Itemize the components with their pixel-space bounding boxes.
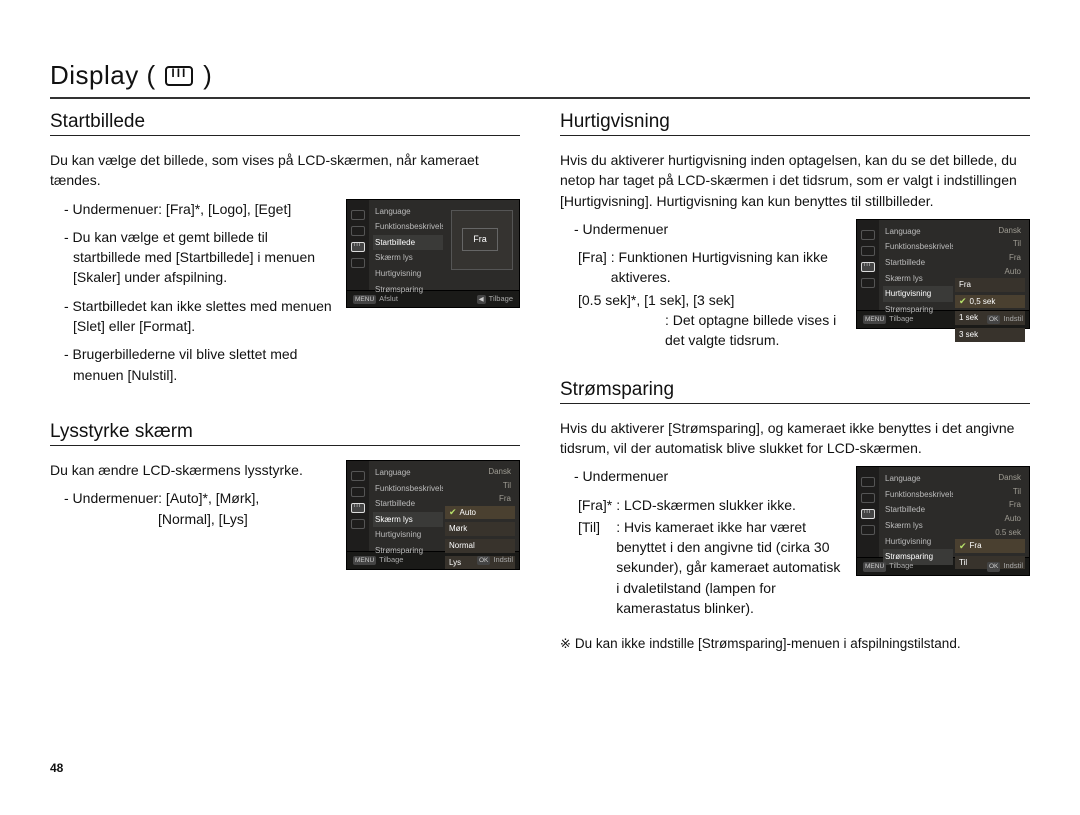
menu-row: Startbillede [883, 502, 953, 518]
title-suffix: ) [203, 60, 212, 90]
menu-row: Startbillede [373, 496, 443, 512]
opt-key: [Til] [578, 517, 616, 620]
menu-row: Language [883, 224, 953, 240]
menu-row-selected: Skærm lys [373, 512, 443, 528]
camera-menu-lysstyrke: Language Funktionsbeskrivelse Startbille… [346, 460, 520, 570]
camera-menu-hurtigvisning: Language Funktionsbeskrivelse Startbille… [856, 219, 1030, 329]
menu-row: Skærm lys [883, 518, 953, 534]
cam-value: Til [445, 479, 515, 493]
bullet: - Startbilledet kan ikke slettes med men… [64, 296, 332, 337]
cam-value: Dansk [445, 465, 515, 479]
menu-row: Hurtigvisning [373, 527, 443, 543]
check-icon: ✔ [449, 508, 457, 517]
cam-option: Fra [955, 278, 1025, 292]
section-startbillede: Startbillede Du kan vælge det billede, s… [50, 111, 520, 393]
bullet: - Brugerbillederne vil blive slettet med… [64, 344, 332, 385]
opt-val: : Hvis kameraet ikke har været benyttet … [616, 517, 842, 620]
cam-foot-right: ◀Tilbage [477, 294, 513, 305]
cam-option: Normal [445, 539, 515, 553]
menu-row: Hurtigvisning [373, 266, 443, 282]
check-icon: ✔ [959, 297, 967, 306]
bullet-cont: [Normal], [Lys] [158, 509, 332, 529]
menu-row: Language [373, 204, 443, 220]
opt-key: [Fra]* [578, 495, 616, 517]
menu-row: Funktionsbeskrivelse [373, 481, 443, 497]
display-icon [165, 66, 193, 86]
footnote: ※Du kan ikke indstille [Strømsparing]-me… [560, 634, 1030, 654]
cam-value: Til [955, 237, 1025, 251]
camera-menu-startbillede: Language Funktionsbeskrivelse Startbille… [346, 199, 520, 309]
section-title: Strømsparing [560, 379, 1030, 404]
cam-value: Fra [445, 492, 515, 506]
cam-foot-right: OKIndstil [987, 314, 1023, 325]
cam-foot-left: MENUTilbage [353, 555, 403, 566]
display-tab-icon [351, 242, 365, 252]
cam-foot-right: OKIndstil [477, 555, 513, 566]
cam-foot-left: MENUTilbage [863, 561, 913, 572]
cam-value: Auto [955, 512, 1025, 526]
cam-option: Mørk [445, 522, 515, 536]
subhead: - Undermenuer [574, 466, 842, 486]
cam-option: 3 sek [955, 328, 1025, 342]
camera-menu-stromsparing: Language Funktionsbeskrivelse Startbille… [856, 466, 1030, 576]
opt-val: : LCD-skærmen slukker ikke. [616, 495, 842, 517]
menu-row: Language [883, 471, 953, 487]
intro-text: Hvis du aktiverer [Strømsparing], og kam… [560, 418, 1030, 459]
section-title: Startbillede [50, 111, 520, 136]
menu-row-selected: Startbillede [373, 235, 443, 251]
cam-value: 0.5 sek [955, 526, 1025, 540]
cam-value: Dansk [955, 224, 1025, 238]
menu-row: Funktionsbeskrivelse [883, 239, 953, 255]
cam-value: Til [955, 485, 1025, 499]
menu-row: Skærm lys [373, 250, 443, 266]
cam-value: Dansk [955, 471, 1025, 485]
menu-row: Funktionsbeskrivelse [373, 219, 443, 235]
cam-option-selected: ✔Fra [955, 539, 1025, 553]
cam-value: Fra [955, 498, 1025, 512]
opt-key: [Fra] [578, 247, 611, 290]
subhead: - Undermenuer [574, 219, 842, 239]
cam-preview-value: Fra [462, 228, 498, 251]
bullet: - Du kan vælge et gemt billede til start… [64, 227, 332, 288]
cam-value: Auto [955, 265, 1025, 279]
cam-preview-box: Fra [451, 210, 513, 270]
section-hurtigvisning: Hurtigvisning Hvis du aktiverer hurtigvi… [560, 111, 1030, 351]
cam-option-selected: ✔0,5 sek [955, 295, 1025, 309]
cam-value: Fra [955, 251, 1025, 265]
check-icon: ✔ [959, 542, 967, 551]
cam-foot-left: MENUAfslut [353, 294, 398, 305]
cam-foot-right: OKIndstil [987, 561, 1023, 572]
section-lysstyrke: Lysstyrke skærm Du kan ændre LCD-skærmen… [50, 421, 520, 570]
menu-row: Funktionsbeskrivelse [883, 487, 953, 503]
cam-foot-left: MENUTilbage [863, 314, 913, 325]
reference-mark-icon: ※ [560, 636, 571, 651]
section-stromsparing: Strømsparing Hvis du aktiverer [Strømspa… [560, 379, 1030, 655]
intro-text: Hvis du aktiverer hurtigvisning inden op… [560, 150, 1030, 211]
intro-text: Du kan vælge det billede, som vises på L… [50, 150, 520, 191]
page-title: Display ( ) [50, 60, 1030, 99]
section-title: Hurtigvisning [560, 111, 1030, 136]
opt-key: [0.5 sek]*, [1 sek], [3 sek] [578, 290, 842, 310]
opt-val: : Det optagne billede vises i det valgte… [665, 310, 842, 351]
title-prefix: Display ( [50, 60, 156, 90]
page-number: 48 [50, 761, 63, 775]
intro-text: Du kan ændre LCD-skærmens lysstyrke. [50, 460, 332, 480]
menu-row: Skærm lys [883, 271, 953, 287]
section-title: Lysstyrke skærm [50, 421, 520, 446]
menu-row: Startbillede [883, 255, 953, 271]
bullet: - Undermenuer: [Fra]*, [Logo], [Eget] [64, 199, 332, 219]
bullet: - Undermenuer: [Auto]*, [Mørk], [64, 488, 332, 508]
menu-row-selected: Hurtigvisning [883, 286, 953, 302]
opt-val: : Funktionen Hurtigvisning kan ikke akti… [611, 247, 842, 290]
cam-option-selected: ✔Auto [445, 506, 515, 520]
menu-row: Language [373, 465, 443, 481]
menu-row: Hurtigvisning [883, 534, 953, 550]
cam-category-rail [347, 200, 369, 290]
